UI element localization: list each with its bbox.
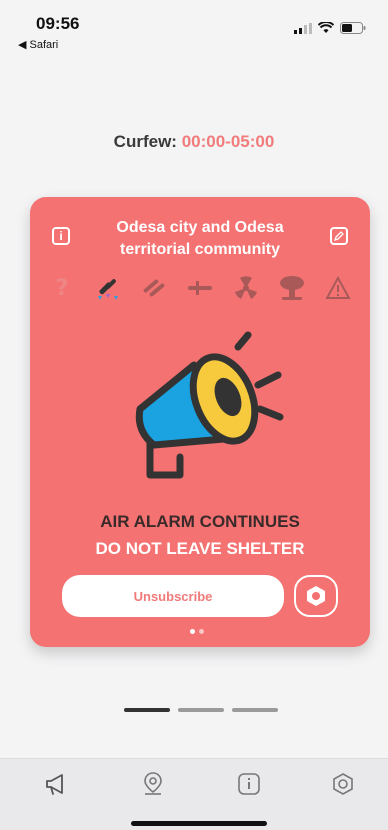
map-pin-icon: [144, 772, 162, 795]
card-page-dots: [190, 629, 204, 634]
threat-types-row: ?: [44, 273, 356, 303]
curfew-banner: Curfew: 00:00-05:00: [0, 132, 388, 152]
svg-text:?: ?: [56, 276, 69, 301]
settings-button[interactable]: [294, 575, 338, 617]
region-pager: [124, 708, 278, 712]
gear-icon: [307, 586, 325, 606]
region-title: Odesa city and Odesa territorial communi…: [116, 219, 284, 258]
edit-icon: [334, 231, 344, 241]
home-indicator: [131, 821, 267, 826]
edit-region-button[interactable]: [330, 227, 348, 245]
info-icon: [238, 773, 260, 795]
explosion-icon: [274, 273, 310, 303]
page-dot[interactable]: [190, 629, 195, 634]
artillery-icon: [90, 273, 126, 303]
pager-segment[interactable]: [124, 708, 170, 712]
alert-card: i Odesa city and Odesa territorial commu…: [30, 197, 370, 647]
megaphone-icon: [135, 331, 284, 479]
tab-alerts[interactable]: [44, 771, 70, 797]
system-icons: [294, 22, 366, 34]
status-bar: 09:56 ◀ Safari: [0, 0, 388, 58]
curfew-hours: 00:00-05:00: [181, 132, 275, 151]
unsubscribe-button[interactable]: Unsubscribe: [62, 575, 284, 617]
info-icon: i: [59, 229, 63, 243]
tab-info[interactable]: [236, 771, 262, 797]
signal-icon: [294, 22, 312, 34]
info-button[interactable]: i: [52, 227, 70, 245]
drone-icon: [182, 273, 218, 303]
pager-segment[interactable]: [178, 708, 224, 712]
missiles-icon: [136, 273, 172, 303]
clock: 09:56: [36, 14, 80, 33]
warning-icon: [320, 273, 356, 303]
settings-icon: [333, 773, 353, 795]
tab-bar: [0, 758, 388, 830]
alarm-instruction-text: DO NOT LEAVE SHELTER: [95, 539, 305, 558]
curfew-label: Curfew:: [113, 132, 177, 151]
back-to-safari-link[interactable]: ◀ Safari: [18, 38, 58, 51]
wifi-icon: [318, 22, 334, 33]
megaphone-icon: [46, 774, 63, 795]
radiation-icon: [228, 273, 264, 303]
tab-map[interactable]: [140, 771, 166, 797]
tab-settings[interactable]: [330, 771, 356, 797]
unknown-threat-icon: ?: [44, 273, 80, 303]
battery-icon: [340, 22, 366, 34]
alarm-status-text: AIR ALARM CONTINUES: [100, 512, 300, 531]
pager-segment[interactable]: [232, 708, 278, 712]
page-dot[interactable]: [199, 629, 204, 634]
